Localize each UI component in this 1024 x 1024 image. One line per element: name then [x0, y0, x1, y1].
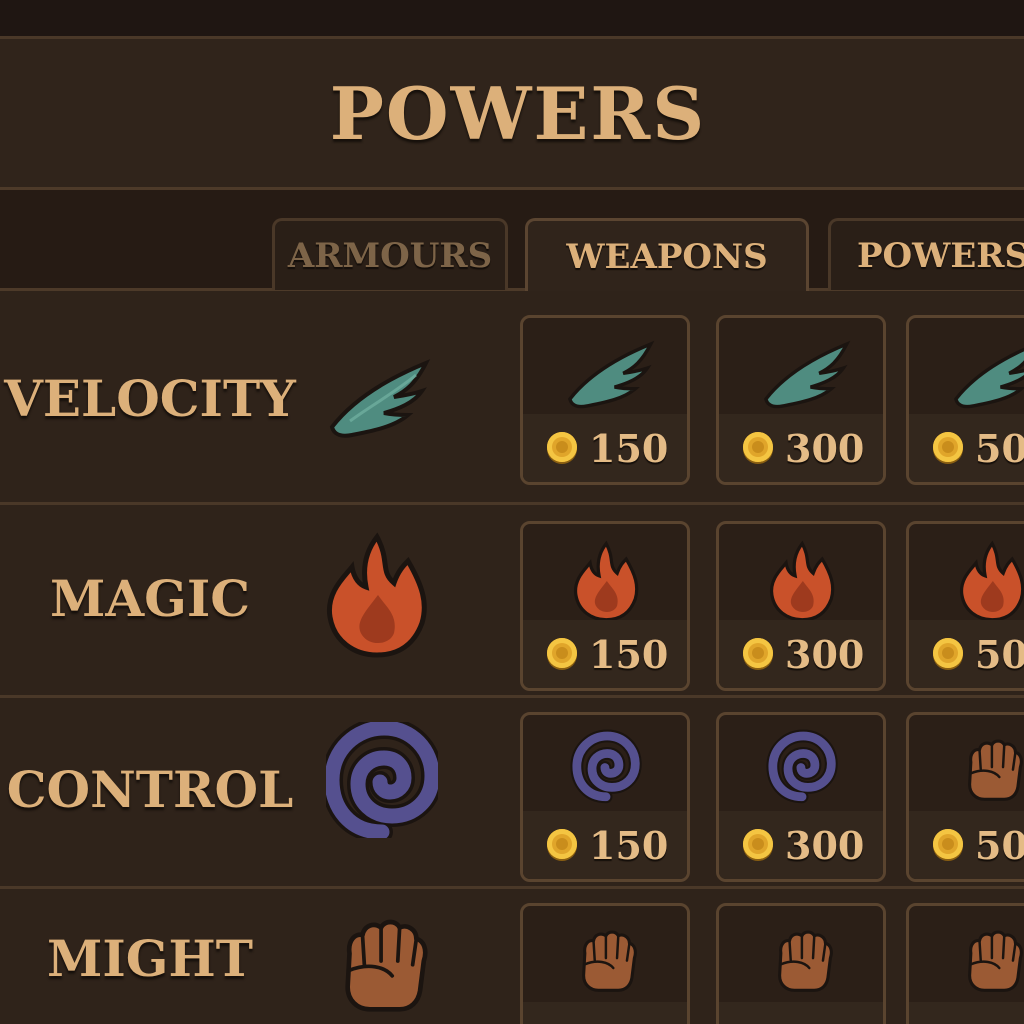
category-label: CONTROL — [6, 760, 294, 819]
coin-icon — [743, 829, 773, 859]
title-bar: POWERS — [0, 39, 1024, 190]
price-tag: 50 — [909, 620, 1024, 688]
shop-item[interactable]: 300 — [716, 712, 886, 882]
shop-item[interactable] — [906, 903, 1024, 1024]
shop-item[interactable] — [520, 903, 690, 1024]
shop-item[interactable] — [716, 903, 886, 1024]
tab-strip: ARMOURS WEAPONS POWERS — [0, 190, 1024, 292]
coin-icon — [547, 829, 577, 859]
wing-icon — [553, 332, 659, 418]
price-value: 50 — [975, 426, 1024, 471]
shop-item[interactable]: 300 — [716, 315, 886, 485]
price-value: 150 — [589, 632, 669, 677]
price-value: 50 — [975, 632, 1024, 677]
wing-icon — [749, 332, 855, 418]
price-value: 300 — [785, 632, 865, 677]
fire-icon — [322, 531, 432, 661]
price-tag: 50 — [909, 414, 1024, 482]
fist-icon — [330, 909, 434, 1013]
spiral-icon — [326, 722, 438, 838]
price-tag — [523, 1002, 687, 1024]
price-value: 300 — [785, 823, 865, 868]
spiral-icon — [553, 729, 659, 815]
category-row-velocity: VELOCITY 150 300 50 — [0, 291, 1024, 505]
category-row-magic: MAGIC 150 300 50 — [0, 505, 1024, 698]
price-tag: 300 — [719, 811, 883, 879]
wing-icon — [316, 335, 436, 455]
shop-item[interactable]: 300 — [716, 521, 886, 691]
coin-icon — [933, 829, 963, 859]
category-row-control: CONTROL 150 300 50 — [0, 698, 1024, 889]
price-value: 50 — [975, 823, 1024, 868]
top-frame — [0, 0, 1024, 39]
fire-icon — [749, 538, 855, 624]
price-tag — [719, 1002, 883, 1024]
fist-icon — [939, 729, 1024, 815]
fire-icon — [553, 538, 659, 624]
price-tag: 150 — [523, 811, 687, 879]
tab-powers[interactable]: POWERS — [828, 218, 1024, 290]
price-tag: 300 — [719, 620, 883, 688]
powers-screen: POWERS ARMOURS WEAPONS POWERS VELOCITY 1… — [0, 0, 1024, 1024]
shop-item[interactable]: 50 — [906, 712, 1024, 882]
category-label: VELOCITY — [4, 369, 296, 428]
category-row-might: MIGHT — [0, 889, 1024, 1024]
shop-item[interactable]: 150 — [520, 521, 690, 691]
coin-icon — [547, 638, 577, 668]
fist-icon — [553, 920, 659, 1006]
shop-item[interactable]: 50 — [906, 521, 1024, 691]
fist-icon — [939, 920, 1024, 1006]
price-value: 150 — [589, 426, 669, 471]
price-tag: 150 — [523, 620, 687, 688]
page-title: POWERS — [329, 70, 707, 156]
fire-icon — [939, 538, 1024, 624]
coin-icon — [743, 638, 773, 668]
shop-item[interactable]: 150 — [520, 315, 690, 485]
coin-icon — [933, 432, 963, 462]
price-value: 300 — [785, 426, 865, 471]
category-label: MIGHT — [47, 929, 253, 988]
tab-armours[interactable]: ARMOURS — [272, 218, 508, 290]
shop-item[interactable]: 50 — [906, 315, 1024, 485]
price-tag: 300 — [719, 414, 883, 482]
category-label: MAGIC — [49, 569, 251, 628]
price-value: 150 — [589, 823, 669, 868]
tab-weapons[interactable]: WEAPONS — [525, 218, 809, 292]
coin-icon — [547, 432, 577, 462]
wing-icon — [939, 332, 1024, 418]
price-tag: 150 — [523, 414, 687, 482]
spiral-icon — [749, 729, 855, 815]
fist-icon — [749, 920, 855, 1006]
coin-icon — [743, 432, 773, 462]
price-tag — [909, 1002, 1024, 1024]
price-tag: 50 — [909, 811, 1024, 879]
coin-icon — [933, 638, 963, 668]
shop-item[interactable]: 150 — [520, 712, 690, 882]
